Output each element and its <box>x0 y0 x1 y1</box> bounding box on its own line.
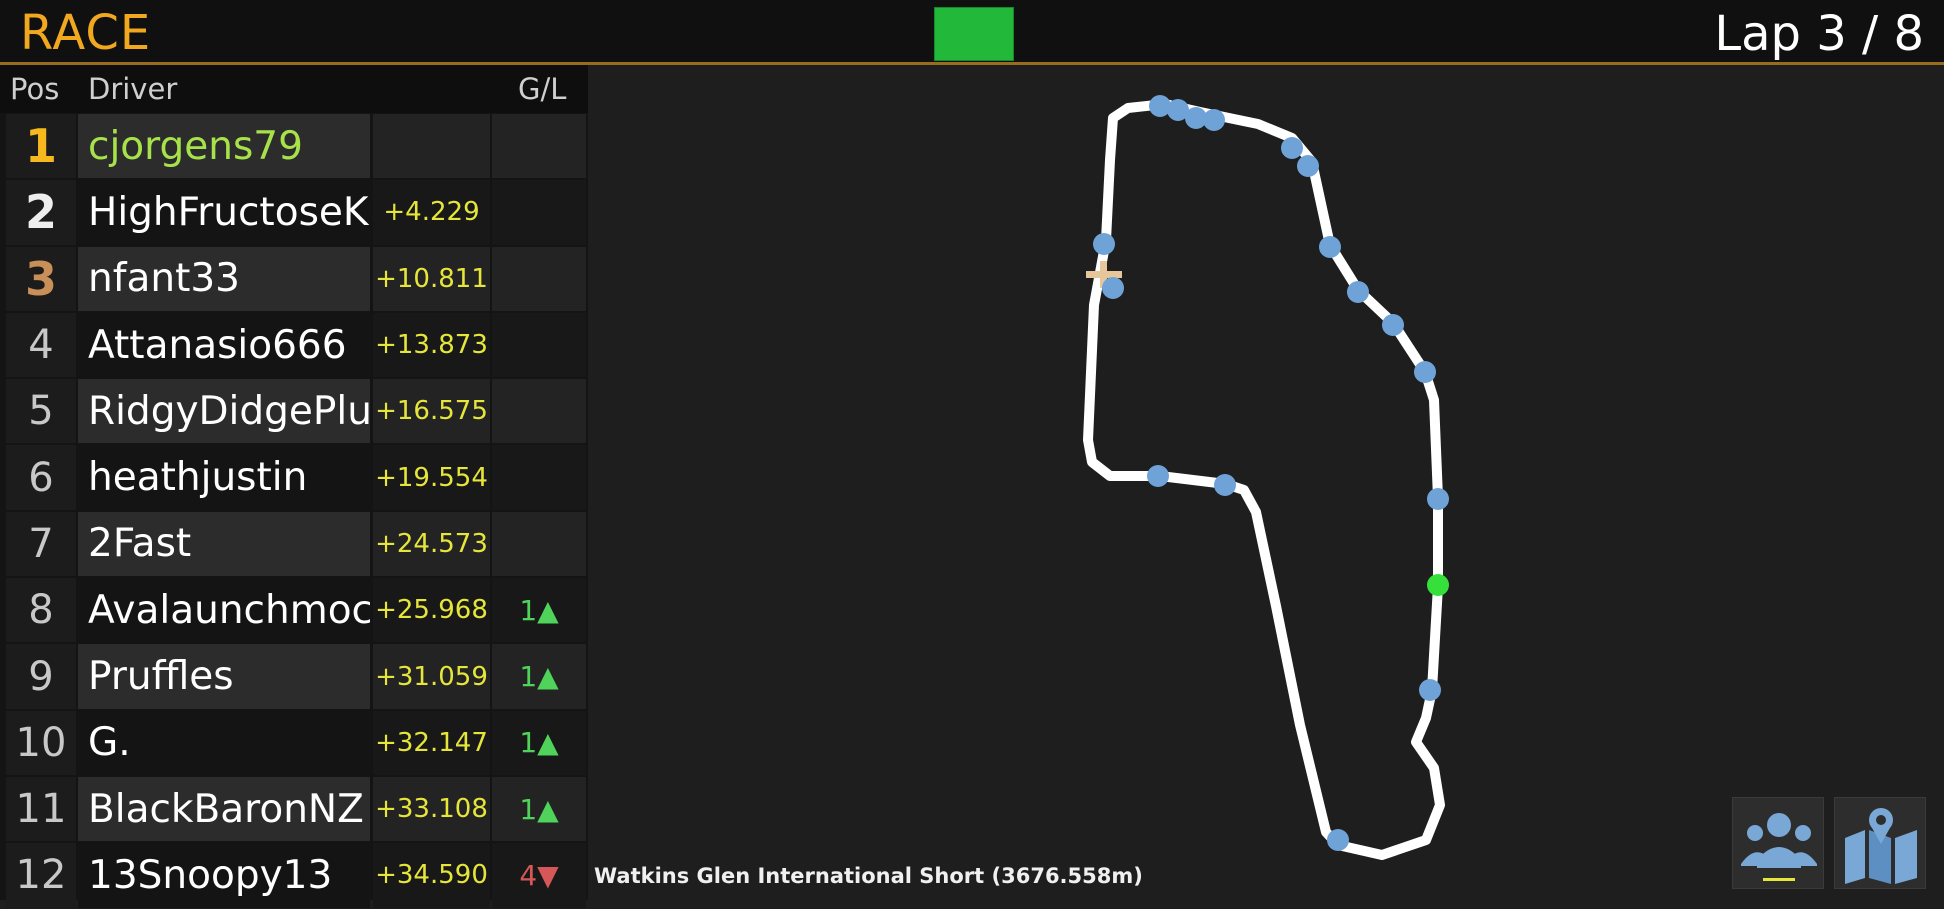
standings-rows: 1 cjorgens79 2 HighFructoseK +4.229 3 nf… <box>0 113 588 909</box>
map-button[interactable] <box>1834 797 1926 889</box>
track-map[interactable] <box>588 65 1944 900</box>
gap-time: +24.573 <box>373 511 490 577</box>
gap-time: +16.575 <box>373 379 490 444</box>
driver-name: 13Snoopy13 <box>78 843 370 908</box>
position-number: 7 <box>6 511 76 577</box>
position-number: 2 <box>6 180 76 245</box>
car-marker[interactable] <box>1327 829 1349 851</box>
driver-name: nfant33 <box>78 246 370 311</box>
car-marker[interactable] <box>1427 488 1449 510</box>
car-marker[interactable] <box>1102 277 1124 299</box>
gap-time: +32.147 <box>373 710 490 775</box>
gain-loss: 1▲ <box>492 710 586 775</box>
drivers-button[interactable] <box>1732 797 1824 889</box>
standings-row[interactable]: 8 Avalaunchmoc +25.968 1▲ <box>0 577 588 643</box>
track-map-icon <box>1845 808 1917 884</box>
gain-loss: 1▲ <box>492 578 586 643</box>
gain-loss: 4▼ <box>492 843 586 908</box>
standings-row[interactable]: 1 cjorgens79 <box>0 113 588 179</box>
gap-time: +13.873 <box>373 312 490 378</box>
car-marker[interactable] <box>1281 137 1303 159</box>
gain-loss: 1▲ <box>492 776 586 842</box>
gain-loss <box>492 445 586 510</box>
car-marker[interactable] <box>1347 281 1369 303</box>
standings-header: Pos Driver G/L <box>0 65 588 113</box>
gap-time: +25.968 <box>373 578 490 643</box>
lap-counter: Lap 3 / 8 <box>1714 6 1924 62</box>
driver-name: Attanasio666 <box>78 312 370 378</box>
gain-loss <box>492 379 586 444</box>
track-name: Watkins Glen International Short (3676.5… <box>594 864 1143 888</box>
driver-name: Pruffles <box>78 644 370 709</box>
driver-column-header: Driver <box>88 72 178 106</box>
gain-loss <box>492 114 586 179</box>
position-number: 5 <box>6 379 76 444</box>
driver-name: heathjustin <box>78 445 370 510</box>
position-number: 12 <box>6 843 76 908</box>
car-marker[interactable] <box>1203 109 1225 131</box>
position-number: 1 <box>6 114 76 179</box>
driver-name: G. <box>78 710 370 775</box>
car-marker[interactable] <box>1147 465 1169 487</box>
gain-loss-column-header: G/L <box>518 72 567 106</box>
standings-row[interactable]: 10 G. +32.147 1▲ <box>0 710 588 776</box>
standings-row[interactable]: 5 RidgyDidgePlu +16.575 <box>0 378 588 444</box>
player-car-marker[interactable] <box>1427 574 1449 596</box>
gain-loss: 1▲ <box>492 644 586 709</box>
top-bar: RACE Lap 3 / 8 <box>0 0 1944 65</box>
gap-time <box>373 114 490 179</box>
standings-row[interactable]: 11 BlackBaronNZ +33.108 1▲ <box>0 776 588 842</box>
car-marker[interactable] <box>1093 233 1115 255</box>
position-number: 11 <box>6 776 76 842</box>
drivers-group-icon <box>1741 813 1817 881</box>
standings-row[interactable]: 7 2Fast +24.573 <box>0 511 588 577</box>
gap-time: +4.229 <box>373 180 490 245</box>
gap-time: +33.108 <box>373 776 490 842</box>
green-flag-icon <box>934 7 1014 61</box>
car-marker[interactable] <box>1414 361 1436 383</box>
standings-row[interactable]: 9 Pruffles +31.059 1▲ <box>0 643 588 709</box>
gain-loss <box>492 180 586 245</box>
standings-row[interactable]: 3 nfant33 +10.811 <box>0 246 588 312</box>
position-number: 6 <box>6 445 76 510</box>
driver-name: cjorgens79 <box>78 114 370 179</box>
gap-time: +31.059 <box>373 644 490 709</box>
car-marker[interactable] <box>1419 679 1441 701</box>
driver-name: 2Fast <box>78 511 370 577</box>
car-marker[interactable] <box>1214 474 1236 496</box>
position-number: 8 <box>6 578 76 643</box>
standings-row[interactable]: 12 13Snoopy13 +34.590 4▼ <box>0 842 588 908</box>
gain-loss <box>492 511 586 577</box>
driver-name: Avalaunchmoc <box>78 578 370 643</box>
car-marker[interactable] <box>1382 314 1404 336</box>
driver-name: BlackBaronNZ <box>78 776 370 842</box>
track-outline <box>1083 99 1445 860</box>
gain-loss <box>492 246 586 311</box>
position-number: 3 <box>6 246 76 311</box>
session-title: RACE <box>20 5 152 61</box>
car-marker[interactable] <box>1319 236 1341 258</box>
position-number: 10 <box>6 710 76 775</box>
gap-time: +10.811 <box>373 246 490 311</box>
driver-name: RidgyDidgePlu <box>78 379 370 444</box>
gap-time: +34.590 <box>373 843 490 908</box>
position-number: 4 <box>6 312 76 378</box>
standings-board: Pos Driver G/L 1 cjorgens79 2 HighFructo… <box>0 65 588 908</box>
pos-column-header: Pos <box>10 72 60 106</box>
gap-time: +19.554 <box>373 445 490 510</box>
position-number: 9 <box>6 644 76 709</box>
standings-row[interactable]: 6 heathjustin +19.554 <box>0 444 588 510</box>
standings-row[interactable]: 4 Attanasio666 +13.873 <box>0 312 588 378</box>
gain-loss <box>492 312 586 378</box>
standings-row[interactable]: 2 HighFructoseK +4.229 <box>0 179 588 245</box>
driver-name: HighFructoseK <box>78 180 370 245</box>
car-marker[interactable] <box>1297 155 1319 177</box>
